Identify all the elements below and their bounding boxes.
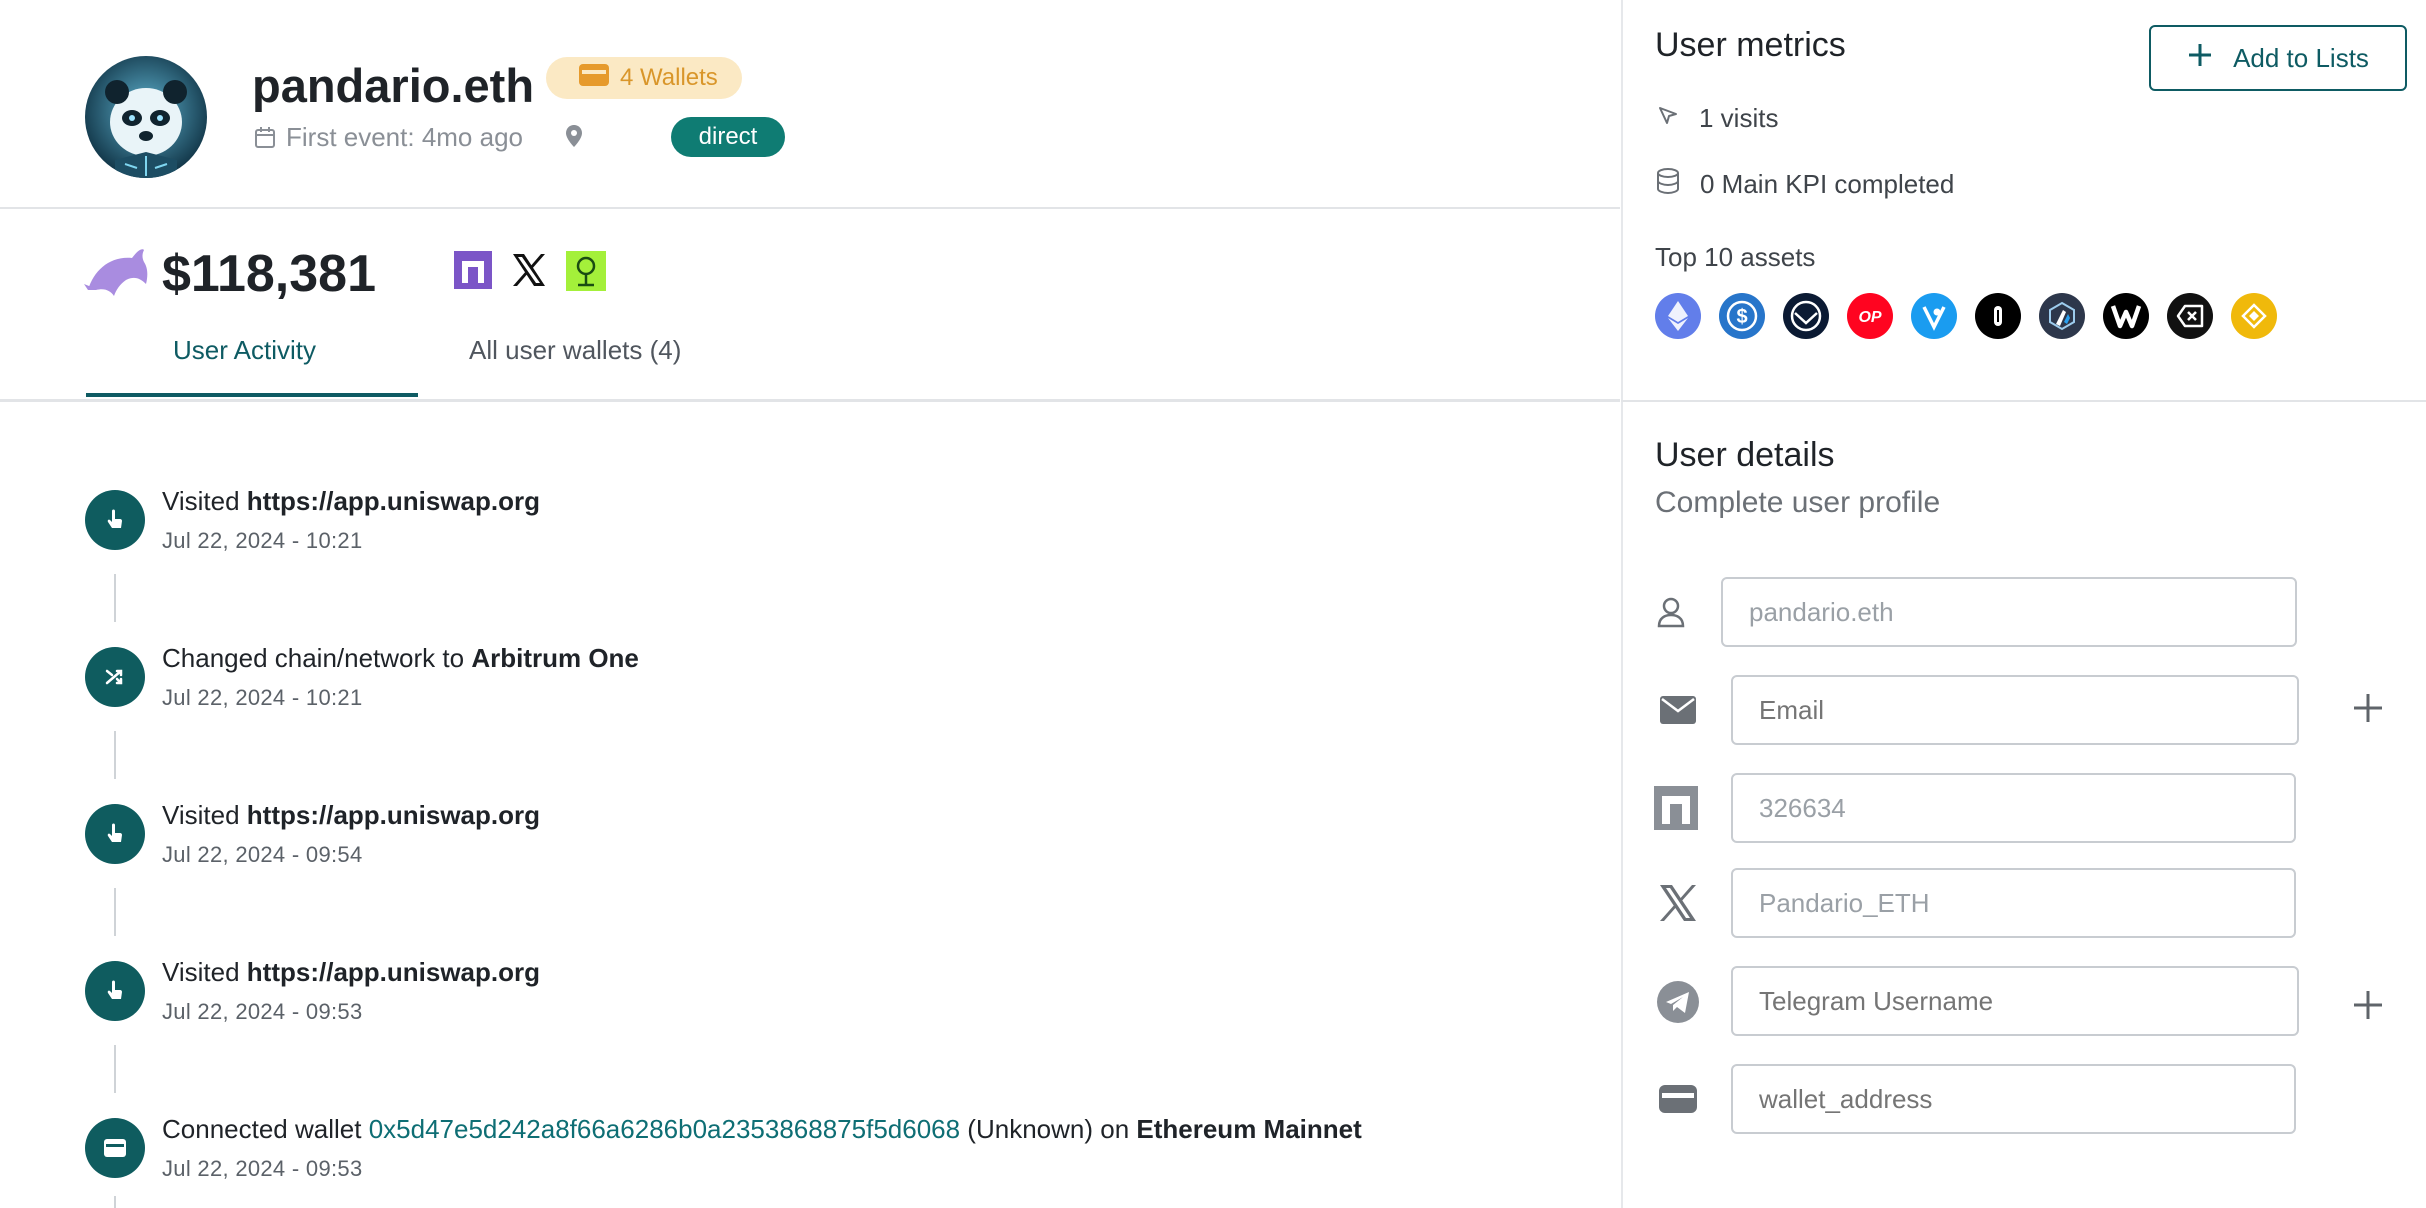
calendar-icon (254, 122, 276, 157)
event-url[interactable]: https://app.uniswap.org (247, 957, 540, 987)
svg-text:OP: OP (1858, 309, 1881, 326)
active-tab-indicator (86, 393, 418, 397)
x-handle-field[interactable] (1731, 868, 2296, 938)
timeline-connector (114, 1045, 116, 1093)
avatar (85, 56, 207, 178)
nouns-field[interactable] (1731, 773, 2296, 843)
activity-pane: pandario.eth 4 Wallets First event: 4mo … (0, 0, 1620, 1208)
ethereum-icon[interactable] (1655, 293, 1701, 339)
event-date: Jul 22, 2024 - 09:53 (162, 1156, 363, 1181)
visits-text: 1 visits (1699, 103, 1779, 133)
source-badge: direct (671, 117, 785, 157)
exchange-icon[interactable] (2167, 293, 2213, 339)
event-middle: (Unknown) on (960, 1114, 1137, 1144)
event-network: Arbitrum One (471, 643, 639, 673)
event-title: Visited https://app.uniswap.org (162, 486, 540, 517)
wallet-address-field[interactable] (1731, 1064, 2296, 1134)
event-url[interactable]: https://app.uniswap.org (247, 486, 540, 516)
event-date: Jul 22, 2024 - 09:54 (162, 842, 363, 867)
tab-all-user-wallets[interactable]: All user wallets (4) (469, 335, 681, 366)
first-event-text: First event: 4mo ago (286, 122, 523, 152)
add-email-button[interactable] (2352, 688, 2384, 732)
cursor-icon (1657, 103, 1679, 134)
location-icon (565, 124, 583, 155)
plus-icon (2187, 42, 2213, 75)
telegram-icon (1655, 979, 1701, 1025)
timeline-connector (114, 574, 116, 622)
event-prefix: Visited (162, 800, 247, 830)
wallet-address-link[interactable]: 0x5d47e5d242a8f66a6286b0a2353868875f5d60… (369, 1114, 960, 1144)
usdc-icon[interactable]: $ (1719, 293, 1765, 339)
kpi-metric: 0 Main KPI completed (1656, 168, 1954, 201)
add-to-lists-label: Add to Lists (2233, 42, 2369, 73)
telegram-field[interactable] (1731, 966, 2299, 1036)
user-details-subheading: Complete user profile (1655, 486, 1941, 519)
event-prefix: Visited (162, 957, 247, 987)
event-prefix: Connected wallet (162, 1114, 369, 1144)
event-title: Changed chain/network to Arbitrum One (162, 643, 639, 674)
user-metrics-heading: User metrics (1655, 26, 1846, 64)
timeline-connector (114, 888, 116, 936)
user-icon (1648, 589, 1694, 635)
wallet-icon (578, 62, 610, 95)
visits-metric: 1 visits (1657, 103, 1778, 134)
email-icon (1655, 687, 1701, 733)
green-tree-icon[interactable] (566, 251, 606, 291)
email-field[interactable] (1731, 675, 2299, 745)
nouns-icon[interactable] (454, 251, 492, 289)
wallets-badge[interactable]: 4 Wallets (546, 57, 742, 99)
nouns-icon (1653, 785, 1699, 831)
event-title: Visited https://app.uniswap.org (162, 957, 540, 988)
click-icon (85, 804, 145, 864)
event-prefix: Visited (162, 486, 247, 516)
user-details-heading: User details (1655, 436, 1835, 474)
event-prefix: Changed chain/network to (162, 643, 472, 673)
database-icon (1656, 168, 1680, 201)
divider (1621, 400, 2426, 402)
svg-text:$: $ (1736, 306, 1747, 328)
event-url[interactable]: https://app.uniswap.org (247, 800, 540, 830)
event-date: Jul 22, 2024 - 10:21 (162, 685, 363, 710)
divider (0, 399, 1620, 402)
top-assets-label: Top 10 assets (1655, 242, 1816, 272)
wombat-icon[interactable] (2103, 293, 2149, 339)
event-network: Ethereum Mainnet (1136, 1114, 1362, 1144)
tab-user-activity[interactable]: User Activity (173, 335, 316, 366)
event-title: Visited https://app.uniswap.org (162, 800, 540, 831)
kpi-text: 0 Main KPI completed (1700, 169, 1955, 199)
event-title: Connected wallet 0x5d47e5d242a8f66a6286b… (162, 1114, 1362, 1145)
arbitrum-icon[interactable] (2039, 293, 2085, 339)
click-icon (85, 490, 145, 550)
name-field[interactable] (1721, 577, 2297, 647)
wallets-badge-label: 4 Wallets (620, 64, 718, 91)
token-black-icon[interactable] (1975, 293, 2021, 339)
wallet-icon (1655, 1076, 1701, 1122)
page-title: pandario.eth (252, 59, 535, 112)
x-icon (1655, 880, 1701, 926)
timeline-connector (114, 731, 116, 779)
optimism-icon[interactable]: OP (1847, 293, 1893, 339)
gnosis-icon[interactable] (1783, 293, 1829, 339)
velodrome-icon[interactable] (1911, 293, 1957, 339)
dolphin-icon (84, 246, 150, 303)
wallet-icon (85, 1118, 145, 1178)
add-telegram-button[interactable] (2352, 985, 2384, 1029)
shuffle-icon (85, 647, 145, 707)
event-date: Jul 22, 2024 - 10:21 (162, 528, 363, 553)
add-to-lists-button[interactable]: Add to Lists (2149, 25, 2407, 91)
portfolio-amount: $118,381 (162, 245, 377, 303)
timeline-connector (114, 1196, 116, 1208)
divider (0, 207, 1620, 209)
binance-icon[interactable] (2231, 293, 2277, 339)
event-date: Jul 22, 2024 - 09:53 (162, 999, 363, 1024)
x-icon[interactable] (510, 251, 548, 289)
click-icon (85, 961, 145, 1021)
